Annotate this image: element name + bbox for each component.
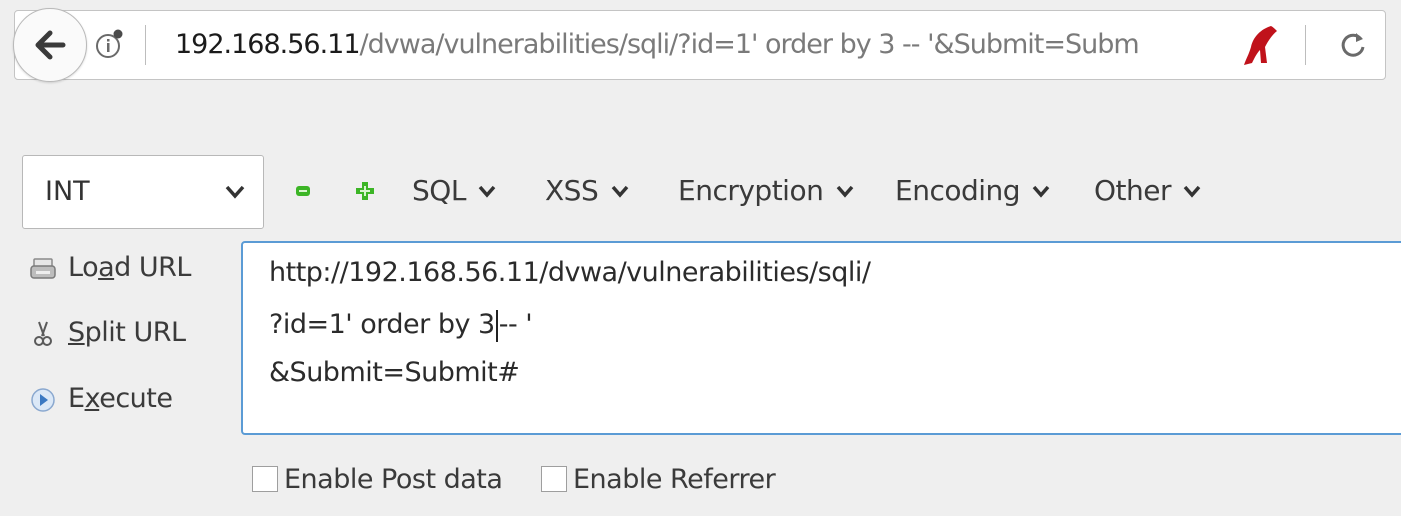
enable-referrer-label: Enable Referrer — [573, 464, 776, 495]
execute-label-pre: E — [68, 383, 85, 414]
type-select-value: INT — [45, 176, 90, 207]
url-editor-line: ?id=1' order by 3 -- ' — [269, 305, 533, 345]
scissors-icon — [34, 321, 52, 346]
chevron-down-icon — [479, 185, 496, 198]
chevron-down-icon — [225, 185, 245, 199]
encoding-menu[interactable]: Encoding — [895, 168, 1050, 214]
reload-icon[interactable] — [1337, 29, 1369, 61]
minus-icon[interactable] — [296, 186, 310, 196]
enable-referrer-checkbox[interactable] — [541, 466, 567, 492]
url-editor-text-before-caret: ?id=1' order by 3 — [269, 309, 495, 340]
enable-post-data-checkbox[interactable] — [252, 466, 278, 492]
load-url-label-pre: Lo — [68, 252, 99, 283]
address-bar[interactable]: 192.168.56.11/dvwa/vulnerabilities/sqli/… — [13, 8, 1386, 82]
execute-label-post: ecute — [99, 383, 173, 414]
site-info-icon[interactable] — [95, 27, 125, 61]
url-editor-line: &Submit=Submit# — [269, 357, 520, 388]
execute-accesskey: x — [84, 383, 100, 414]
chevron-down-icon — [836, 185, 854, 198]
encoding-menu-label: Encoding — [895, 174, 1021, 207]
load-url-icon — [30, 258, 56, 279]
url-display[interactable]: 192.168.56.11/dvwa/vulnerabilities/sqli/… — [175, 25, 1210, 65]
other-menu-label: Other — [1094, 174, 1172, 207]
load-url-accesskey: a — [98, 252, 115, 283]
encryption-menu-label: Encryption — [678, 174, 824, 207]
reload-separator — [1305, 25, 1306, 65]
encryption-menu[interactable]: Encryption — [678, 168, 854, 214]
plus-icon[interactable] — [356, 182, 374, 200]
type-select[interactable]: INT — [22, 155, 264, 229]
split-url-label: Split URL — [68, 311, 186, 355]
back-arrow-icon — [35, 30, 66, 60]
chevron-down-icon — [611, 185, 628, 198]
text-caret — [495, 309, 498, 342]
address-separator — [145, 25, 146, 65]
url-editor-text-after-caret: -- ' — [498, 309, 533, 340]
load-url-label-post: d URL — [114, 252, 191, 283]
enable-post-data-label: Enable Post data — [284, 464, 503, 495]
url-editor-line: http://192.168.56.11/dvwa/vulnerabilitie… — [269, 257, 871, 288]
execute-icon — [31, 388, 55, 412]
xss-menu-label: XSS — [545, 174, 599, 207]
sql-menu-label: SQL — [412, 174, 466, 207]
chevron-down-icon — [1184, 185, 1201, 198]
other-menu[interactable]: Other — [1094, 168, 1201, 214]
xss-menu[interactable]: XSS — [545, 168, 629, 214]
split-url-label-post: plit URL — [84, 317, 186, 348]
hackbar-logo-icon[interactable] — [1243, 23, 1279, 67]
back-button[interactable] — [13, 8, 87, 82]
url-editor[interactable]: http://192.168.56.11/dvwa/vulnerabilitie… — [241, 241, 1401, 435]
url-host: 192.168.56.11 — [175, 29, 361, 60]
execute-label: Execute — [68, 377, 173, 421]
load-url-label: Load URL — [68, 246, 191, 290]
chevron-down-icon — [1033, 185, 1050, 198]
split-url-accesskey: S — [68, 317, 85, 348]
url-path: /dvwa/vulnerabilities/sqli/?id=1' order … — [359, 29, 1140, 60]
sql-menu[interactable]: SQL — [412, 168, 496, 214]
browser-chrome: 192.168.56.11/dvwa/vulnerabilities/sqli/… — [0, 0, 1401, 516]
